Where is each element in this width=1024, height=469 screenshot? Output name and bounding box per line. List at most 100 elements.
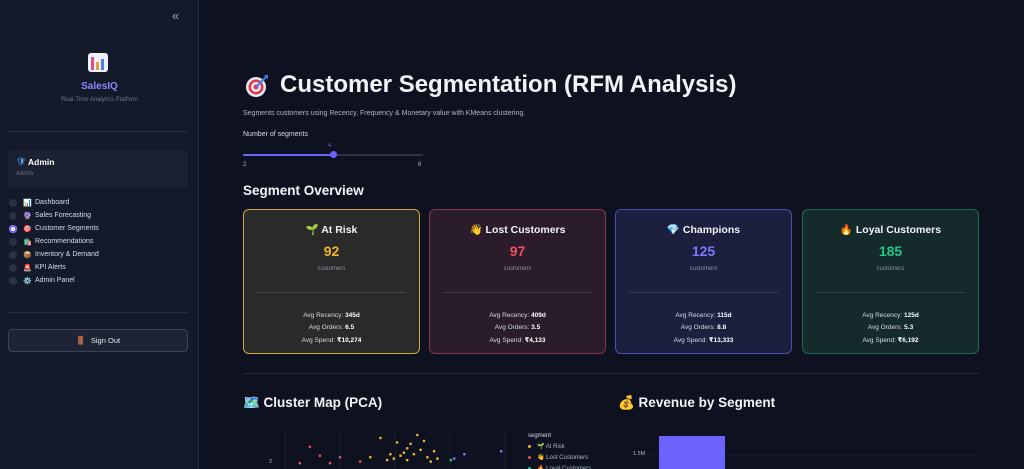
user-card: 🛡 Admin Admin xyxy=(8,150,188,188)
package-icon: 📦 xyxy=(23,251,32,259)
nav-item-kpi-alerts[interactable]: 🚨 KPI Alerts xyxy=(9,261,99,274)
segment-count: 185 xyxy=(878,243,903,259)
nav-label: Recommendations xyxy=(35,238,94,245)
legend-marker xyxy=(528,456,531,459)
avg-spend: Avg Spend: ₹10,274 xyxy=(301,337,362,344)
scatter-point xyxy=(432,449,436,453)
scatter-point xyxy=(436,457,439,460)
radio-button[interactable] xyxy=(9,276,17,285)
avg-recency: Avg Recency: 409d xyxy=(489,312,546,319)
segment-count: 97 xyxy=(509,243,526,259)
revenue-by-segment-title: 💰 Revenue by Segment xyxy=(618,395,776,410)
segment-card-title: 👋 Lost Customers xyxy=(430,223,605,236)
scatter-point xyxy=(402,451,406,454)
collapse-sidebar-icon[interactable]: « xyxy=(172,8,179,23)
legend-item[interactable]: 🌱 At Risk xyxy=(537,443,565,450)
page-title: Customer Segmentation (RFM Analysis) xyxy=(280,71,737,98)
segment-unit: customers xyxy=(689,266,718,272)
radio-button-selected[interactable] xyxy=(9,224,17,233)
gem-icon: 💎 xyxy=(666,224,680,236)
segment-card-title: 🔥 Loyal Customers xyxy=(803,223,978,236)
nav-item-sales-forecasting[interactable]: 🔮 Sales Forecasting xyxy=(9,209,99,222)
scatter-point xyxy=(338,455,342,459)
sign-out-label: Sign Out xyxy=(90,336,121,345)
divider xyxy=(443,292,592,293)
avg-recency: Avg Recency: 345d xyxy=(303,312,360,319)
seedling-icon: 🌱 xyxy=(305,224,319,236)
nav-item-recommendations[interactable]: 🛍️ Recommendations xyxy=(9,235,99,248)
scatter-point xyxy=(392,457,396,460)
divider xyxy=(629,292,778,293)
scatter-point xyxy=(422,439,426,443)
revenue-bar-chart xyxy=(650,436,980,469)
door-icon: 🚪 xyxy=(75,336,86,345)
sign-out-button[interactable]: 🚪 Sign Out xyxy=(8,329,188,352)
target-icon: 🎯 xyxy=(23,225,32,233)
slider-min-label: 2 xyxy=(243,162,247,168)
nav-item-inventory-demand[interactable]: 📦 Inventory & Demand xyxy=(9,248,99,261)
segment-card-title: 💎 Champions xyxy=(616,223,791,236)
page-subtitle: Segments customers using Recency, Freque… xyxy=(243,110,526,117)
radio-button[interactable] xyxy=(9,198,17,207)
segments-slider[interactable] xyxy=(243,151,423,158)
slider-thumb[interactable] xyxy=(329,151,337,158)
scatter-point xyxy=(298,461,302,465)
nav-label: KPI Alerts xyxy=(35,264,66,271)
y-tick-label: 2 xyxy=(269,459,272,465)
scatter-point xyxy=(385,458,389,462)
segment-overview-title: Segment Overview xyxy=(243,183,364,198)
radio-button[interactable] xyxy=(9,237,17,246)
scatter-point xyxy=(399,454,402,457)
scatter-point xyxy=(426,455,429,459)
bar-chart-logo-icon xyxy=(88,53,108,72)
scatter-point xyxy=(405,458,409,462)
segment-unit: customers xyxy=(503,266,532,272)
nav-item-customer-segments[interactable]: 🎯 Customer Segments xyxy=(9,222,99,235)
scatter-point xyxy=(379,436,382,440)
legend-title: segment xyxy=(528,433,552,439)
scatter-point xyxy=(389,452,392,456)
cluster-map-chart: 2 xyxy=(269,430,506,469)
avg-orders: Avg Orders: 3.5 xyxy=(494,324,541,331)
scatter-point xyxy=(308,445,312,449)
segment-card-champions: 💎 Champions 125 customers Avg Recency: 1… xyxy=(615,209,792,354)
bar-chart-icon: 📊 xyxy=(23,199,32,207)
nav-item-dashboard[interactable]: 📊 Dashboard xyxy=(9,196,99,209)
legend-marker xyxy=(528,445,531,448)
sidebar: « SalesIQ Real-Time Analytics Platform 🛡… xyxy=(0,0,199,469)
segment-card-title: 🌱 At Risk xyxy=(244,223,419,236)
revenue-y-tick: 1.5M xyxy=(633,451,646,457)
nav-label: Inventory & Demand xyxy=(35,251,99,258)
segment-name: At Risk xyxy=(321,224,358,236)
user-name: Admin xyxy=(28,157,55,167)
fire-icon: 🔥 xyxy=(839,224,853,236)
divider xyxy=(8,131,188,132)
brand-tagline: Real-Time Analytics Platform xyxy=(61,97,138,103)
nav-item-admin-panel[interactable]: ⚙️ Admin Panel xyxy=(9,274,99,287)
slider-max-label: 6 xyxy=(418,162,422,168)
legend-item[interactable]: 👋 Lost Customers xyxy=(537,454,588,461)
scatter-point xyxy=(405,447,409,450)
segment-unit: customers xyxy=(876,266,905,272)
segment-name: Champions xyxy=(682,224,741,236)
nav-label: Customer Segments xyxy=(35,225,99,232)
waving-hand-icon: 👋 xyxy=(469,224,483,236)
radio-button[interactable] xyxy=(9,211,17,220)
segment-name: Lost Customers xyxy=(485,224,566,236)
scatter-point xyxy=(318,454,322,457)
scatter-point xyxy=(463,452,466,456)
scatter-point xyxy=(429,460,432,463)
divider xyxy=(243,373,979,374)
avg-recency: Avg Recency: 115d xyxy=(675,312,732,319)
scatter-point xyxy=(499,449,503,453)
radio-button[interactable] xyxy=(9,263,17,272)
target-icon xyxy=(246,75,268,97)
avg-orders: Avg Orders: 6.5 xyxy=(308,324,355,331)
legend-item[interactable]: 🔥 Loyal Customers xyxy=(537,465,591,469)
cluster-map-title: 🗺️ Cluster Map (PCA) xyxy=(243,395,383,410)
user-role: Admin xyxy=(16,171,34,177)
radio-button[interactable] xyxy=(9,250,17,259)
scatter-point xyxy=(358,460,362,463)
scatter-point xyxy=(328,461,332,465)
segment-unit: customers xyxy=(317,266,346,272)
